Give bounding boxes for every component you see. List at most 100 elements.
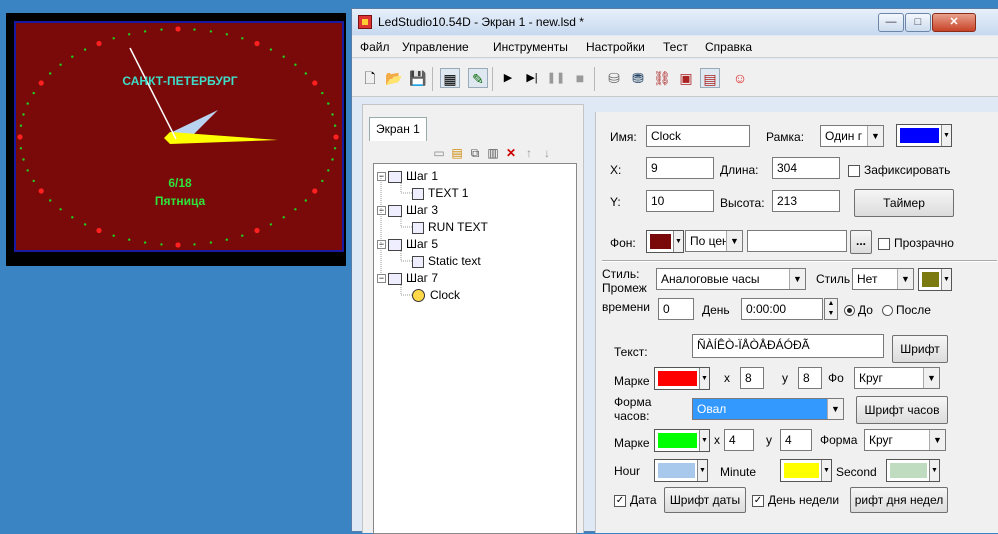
maximize-button[interactable]: □ — [905, 13, 931, 32]
transparent-label: Прозрачно — [894, 236, 954, 250]
menu-file[interactable]: Файл — [360, 40, 390, 54]
checkbox-checked-icon[interactable]: ✓ — [752, 494, 764, 507]
delete-icon[interactable]: ✕ — [503, 145, 519, 161]
collapse-icon[interactable]: − — [377, 274, 386, 284]
copy-icon[interactable]: ⧉ — [467, 145, 483, 161]
radio-icon[interactable] — [882, 305, 893, 317]
height-input[interactable]: 213 — [772, 190, 840, 212]
marker1-x-input[interactable]: 8 — [740, 367, 764, 389]
weekday-font-button[interactable]: рифт дня недел — [850, 487, 948, 513]
move-down-icon[interactable]: ↓ — [539, 145, 555, 161]
tree-step-3[interactable]: − Шаг 3 — [377, 202, 438, 219]
font-button[interactable]: Шрифт — [892, 335, 948, 363]
collapse-icon[interactable]: − — [377, 240, 386, 250]
grid-icon[interactable]: ▦ — [440, 68, 460, 88]
menu-tools[interactable]: Инструменты — [493, 40, 568, 54]
collapse-icon[interactable]: − — [377, 172, 386, 182]
minute-color-picker[interactable]: ▼ — [780, 459, 832, 482]
tree-item-static-text[interactable]: Static text — [412, 253, 481, 270]
background-color-picker[interactable]: ▼ — [646, 230, 684, 253]
text-input[interactable]: ÑÀÍÊÒ-ÏÅÒÅÐÁÓÐÃ — [692, 334, 884, 358]
browse-button[interactable]: ... — [850, 230, 872, 254]
tree-step-5[interactable]: − Шаг 5 — [377, 236, 438, 253]
menu-test[interactable]: Тест — [663, 40, 688, 54]
tree-item-run-text[interactable]: RUN TEXT — [412, 219, 488, 236]
dial-dot — [59, 63, 62, 66]
minimize-button[interactable]: — — [878, 13, 904, 32]
step-play-icon[interactable]: ▶| — [522, 68, 542, 88]
marker2-y-input[interactable]: 4 — [780, 429, 812, 451]
length-input[interactable]: 304 — [772, 157, 840, 179]
dial-dot — [83, 48, 87, 51]
tree-item-text-1[interactable]: TEXT 1 — [412, 185, 468, 202]
marker2-color-swatch — [658, 433, 697, 448]
after-radio[interactable]: После — [882, 303, 931, 317]
time-spinner[interactable]: ▲ ▼ — [824, 298, 838, 320]
smiley-icon[interactable]: ☺ — [730, 68, 750, 88]
shape2-select[interactable]: Круг ▼ — [864, 429, 946, 451]
add-step-icon[interactable]: ▭ — [431, 145, 447, 161]
weekday-checkbox[interactable]: ✓ День недели — [752, 493, 839, 507]
timer-button[interactable]: Таймер — [854, 189, 954, 217]
led-preview: САНКТ-ПЕТЕРБУРГ 6/18 Пятница — [6, 13, 346, 266]
tree-step-7[interactable]: − Шаг 7 — [377, 270, 438, 287]
clock-font-button[interactable]: Шрифт часов — [856, 396, 948, 424]
stop-icon[interactable]: ■ — [570, 68, 590, 88]
lock-checkbox[interactable]: Зафиксировать — [848, 163, 950, 177]
hour-color-picker[interactable]: ▼ — [654, 459, 708, 482]
interval-input[interactable]: 0 — [658, 298, 694, 320]
save-icon[interactable]: 💾 — [408, 68, 428, 88]
close-button[interactable]: ✕ — [932, 13, 976, 32]
move-up-icon[interactable]: ↑ — [521, 145, 537, 161]
time-input[interactable]: 0:00:00 — [741, 298, 823, 320]
tab-screen-1[interactable]: Экран 1 — [369, 117, 427, 141]
shape1-select[interactable]: Круг ▼ — [854, 367, 940, 389]
network-icon[interactable]: ⛓ — [652, 68, 672, 88]
style2-select[interactable]: Нет ▼ — [852, 268, 914, 290]
date-font-button[interactable]: Шрифт даты — [664, 487, 746, 513]
checkbox-icon[interactable] — [878, 237, 890, 250]
background-mode-select[interactable]: По цен ▼ — [685, 230, 743, 252]
frame-color-picker[interactable]: ▼ — [896, 124, 952, 147]
program-icon[interactable]: ▣ — [676, 68, 696, 88]
style2-color-picker[interactable]: ▼ — [918, 268, 952, 291]
paste-icon[interactable]: ▥ — [485, 145, 501, 161]
clock-shape-select[interactable]: Овал ▼ — [692, 398, 844, 420]
date-checkbox[interactable]: ✓ Дата — [614, 493, 657, 507]
send-icon[interactable]: ⛁ — [604, 68, 624, 88]
collapse-icon[interactable]: − — [377, 206, 386, 216]
new-file-icon[interactable]: 🗋 — [360, 68, 380, 88]
menu-help[interactable]: Справка — [705, 40, 752, 54]
checkbox-icon[interactable] — [848, 164, 860, 177]
background-image-input[interactable] — [747, 230, 847, 252]
second-color-picker[interactable]: ▼ — [886, 459, 940, 482]
menu-settings[interactable]: Настройки — [586, 40, 645, 54]
radio-icon[interactable] — [844, 305, 855, 317]
name-input[interactable]: Clock — [646, 125, 750, 147]
title-bar[interactable]: LedStudio10.54D - Экран 1 - new.lsd * — … — [352, 9, 998, 35]
y-input[interactable]: 10 — [646, 190, 714, 212]
tree-item-clock[interactable]: Clock — [412, 287, 460, 304]
weekday-label: День недели — [768, 493, 840, 507]
marker1-color-picker[interactable]: ▼ — [654, 367, 710, 390]
shape2-value: Круг — [869, 433, 893, 447]
tree-step-1[interactable]: − Шаг 1 — [377, 168, 438, 185]
marker2-color-picker[interactable]: ▼ — [654, 429, 710, 452]
before-radio[interactable]: До — [844, 303, 873, 317]
style-select[interactable]: Аналоговые часы ▼ — [656, 268, 806, 290]
checkbox-checked-icon[interactable]: ✓ — [614, 494, 626, 507]
play-icon[interactable]: ▶ — [498, 68, 518, 88]
marker1-y-input[interactable]: 8 — [798, 367, 822, 389]
pause-icon[interactable]: ❚❚ — [546, 68, 566, 88]
menu-control[interactable]: Управление — [402, 40, 469, 54]
x-input[interactable]: 9 — [646, 157, 714, 179]
open-folder-icon[interactable]: 📂 — [384, 68, 404, 88]
card-icon[interactable]: ▤ — [700, 68, 720, 88]
receive-icon[interactable]: ⛃ — [628, 68, 648, 88]
chevron-down-icon: ▼ — [699, 430, 709, 451]
edit-icon[interactable]: ✎ — [468, 68, 488, 88]
add-item-icon[interactable]: ▤ — [449, 145, 465, 161]
transparent-checkbox[interactable]: Прозрачно — [878, 236, 954, 250]
frame-select[interactable]: Один г ▼ — [820, 125, 884, 147]
marker2-x-input[interactable]: 4 — [724, 429, 754, 451]
